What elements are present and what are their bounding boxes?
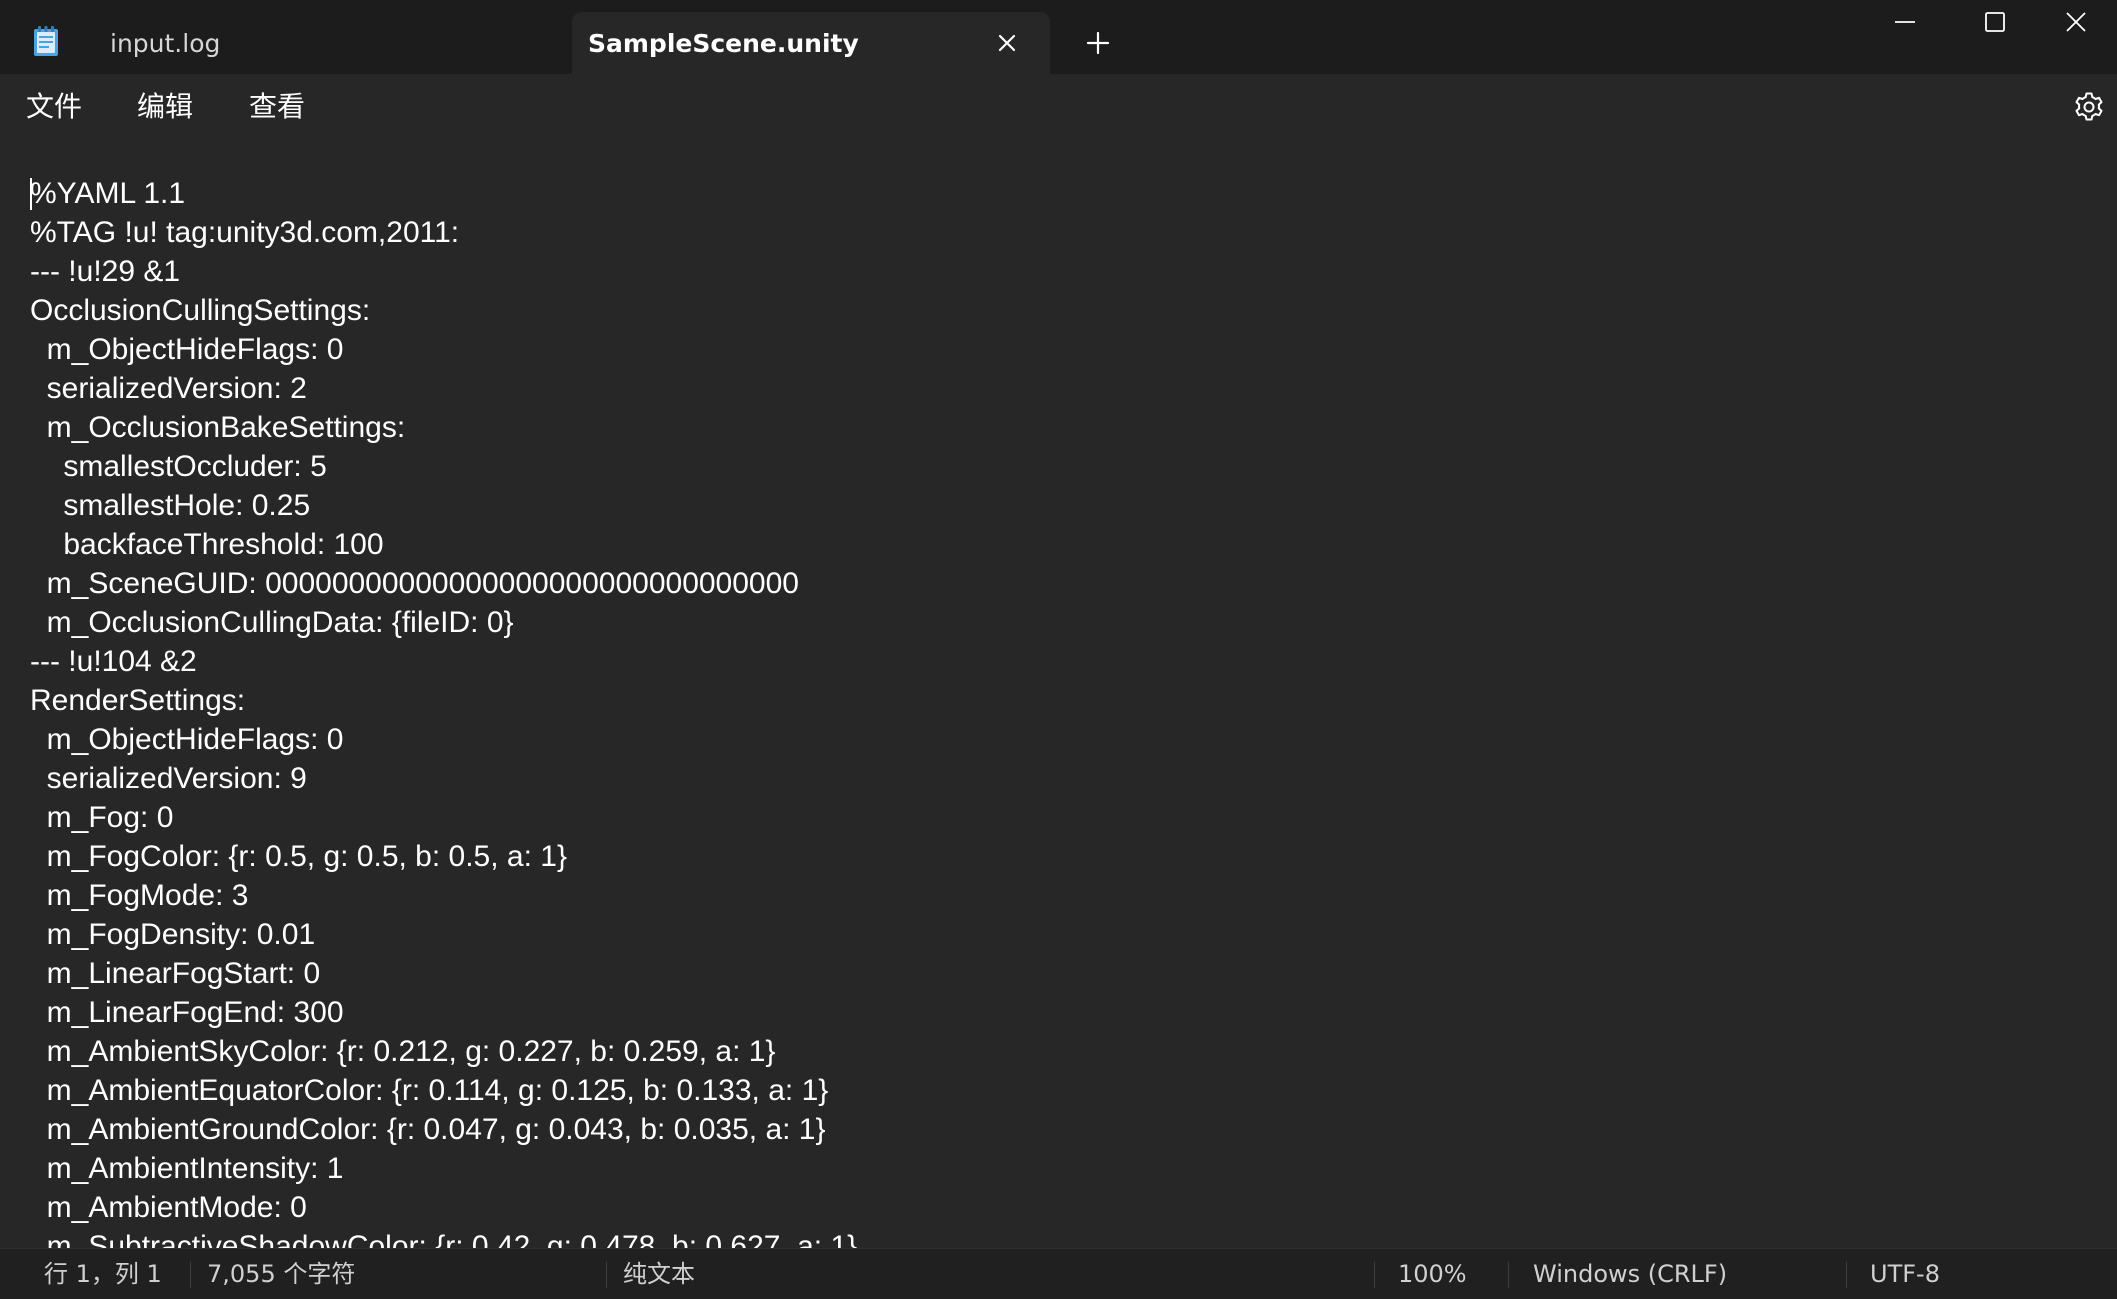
close-icon bbox=[2066, 12, 2086, 32]
status-bar: 行 1，列 1 7,055 个字符 纯文本 100% Windows (CRLF… bbox=[0, 1248, 2117, 1299]
plus-icon[interactable] bbox=[1082, 27, 1114, 59]
editor-line[interactable]: m_FogMode: 3 bbox=[30, 879, 249, 912]
text-caret bbox=[30, 178, 32, 210]
editor-line[interactable]: m_ObjectHideFlags: 0 bbox=[30, 723, 344, 756]
notepad-icon bbox=[34, 26, 58, 56]
maximize-button[interactable] bbox=[1950, 0, 2040, 44]
close-icon[interactable] bbox=[992, 28, 1022, 58]
editor-line[interactable]: m_ObjectHideFlags: 0 bbox=[30, 333, 344, 366]
editor-line[interactable]: serializedVersion: 2 bbox=[30, 372, 307, 405]
editor-line[interactable]: smallestOccluder: 5 bbox=[30, 450, 326, 483]
minimize-icon bbox=[1895, 21, 1915, 23]
gear-icon[interactable] bbox=[2072, 90, 2106, 124]
editor-line[interactable]: m_AmbientIntensity: 1 bbox=[30, 1152, 344, 1185]
tab-samplescene-unity[interactable]: SampleScene.unity bbox=[572, 12, 1050, 74]
status-divider bbox=[190, 1262, 191, 1288]
menu-file[interactable]: 文件 bbox=[26, 88, 82, 126]
close-window-button[interactable] bbox=[2040, 0, 2117, 44]
zoom-level[interactable]: 100% bbox=[1398, 1249, 1467, 1299]
editor-line[interactable]: m_Fog: 0 bbox=[30, 801, 174, 834]
editor-line[interactable]: m_AmbientEquatorColor: {r: 0.114, g: 0.1… bbox=[30, 1074, 829, 1107]
tab-label: SampleScene.unity bbox=[588, 29, 859, 58]
editor-line[interactable]: m_LinearFogEnd: 300 bbox=[30, 996, 344, 1029]
editor-line[interactable]: m_AmbientMode: 0 bbox=[30, 1191, 307, 1224]
status-divider bbox=[1846, 1262, 1847, 1288]
line-ending[interactable]: Windows (CRLF) bbox=[1533, 1249, 1727, 1299]
editor-line[interactable]: m_FogColor: {r: 0.5, g: 0.5, b: 0.5, a: … bbox=[30, 840, 567, 873]
editor-line[interactable]: --- !u!29 &1 bbox=[30, 255, 180, 288]
editor-line[interactable]: m_SceneGUID: 000000000000000000000000000… bbox=[30, 567, 799, 600]
menu-view[interactable]: 查看 bbox=[249, 88, 305, 126]
status-divider bbox=[606, 1262, 607, 1288]
menu-edit[interactable]: 编辑 bbox=[137, 88, 193, 126]
editor-line[interactable]: m_SubtractiveShadowColor: {r: 0.42, g: 0… bbox=[30, 1230, 858, 1248]
editor-line[interactable]: OcclusionCullingSettings: bbox=[30, 294, 370, 327]
tab-input-log[interactable]: input.log bbox=[80, 12, 570, 74]
editor-line[interactable]: %TAG !u! tag:unity3d.com,2011: bbox=[30, 216, 459, 249]
file-format[interactable]: 纯文本 bbox=[623, 1249, 695, 1299]
character-count: 7,055 个字符 bbox=[207, 1260, 356, 1288]
cursor-position[interactable]: 行 1，列 1 bbox=[44, 1249, 162, 1299]
encoding[interactable]: UTF-8 bbox=[1870, 1249, 1940, 1299]
editor-line[interactable]: m_OcclusionBakeSettings: bbox=[30, 411, 406, 444]
editor-line[interactable]: smallestHole: 0.25 bbox=[30, 489, 310, 522]
tab-label: input.log bbox=[110, 29, 221, 58]
menu-bar: 文件 编辑 查看 bbox=[0, 74, 2117, 140]
editor-line[interactable]: serializedVersion: 9 bbox=[30, 762, 307, 795]
editor-line[interactable]: --- !u!104 &2 bbox=[30, 645, 197, 678]
minimize-button[interactable] bbox=[1860, 0, 1950, 44]
text-editor[interactable]: %YAML 1.1 %TAG !u! tag:unity3d.com,2011:… bbox=[0, 140, 2117, 1248]
title-bar[interactable]: input.log SampleScene.unity bbox=[0, 0, 2117, 74]
status-divider bbox=[1374, 1262, 1375, 1288]
editor-line[interactable]: m_FogDensity: 0.01 bbox=[30, 918, 315, 951]
editor-line[interactable]: backfaceThreshold: 100 bbox=[30, 528, 383, 561]
status-divider bbox=[1508, 1262, 1509, 1288]
editor-text[interactable]: %YAML 1.1 %TAG !u! tag:unity3d.com,2011:… bbox=[30, 174, 2090, 1248]
maximize-icon bbox=[1985, 12, 2005, 32]
editor-line[interactable]: %YAML 1.1 bbox=[30, 177, 185, 210]
editor-line[interactable]: RenderSettings: bbox=[30, 684, 245, 717]
notepad-window: input.log SampleScene.unity 文件 编辑 查看 %YA… bbox=[0, 0, 2117, 1299]
editor-line[interactable]: m_LinearFogStart: 0 bbox=[30, 957, 321, 990]
editor-line[interactable]: m_AmbientSkyColor: {r: 0.212, g: 0.227, … bbox=[30, 1035, 776, 1068]
editor-line[interactable]: m_OcclusionCullingData: {fileID: 0} bbox=[30, 606, 514, 639]
editor-line[interactable]: m_AmbientGroundColor: {r: 0.047, g: 0.04… bbox=[30, 1113, 826, 1146]
